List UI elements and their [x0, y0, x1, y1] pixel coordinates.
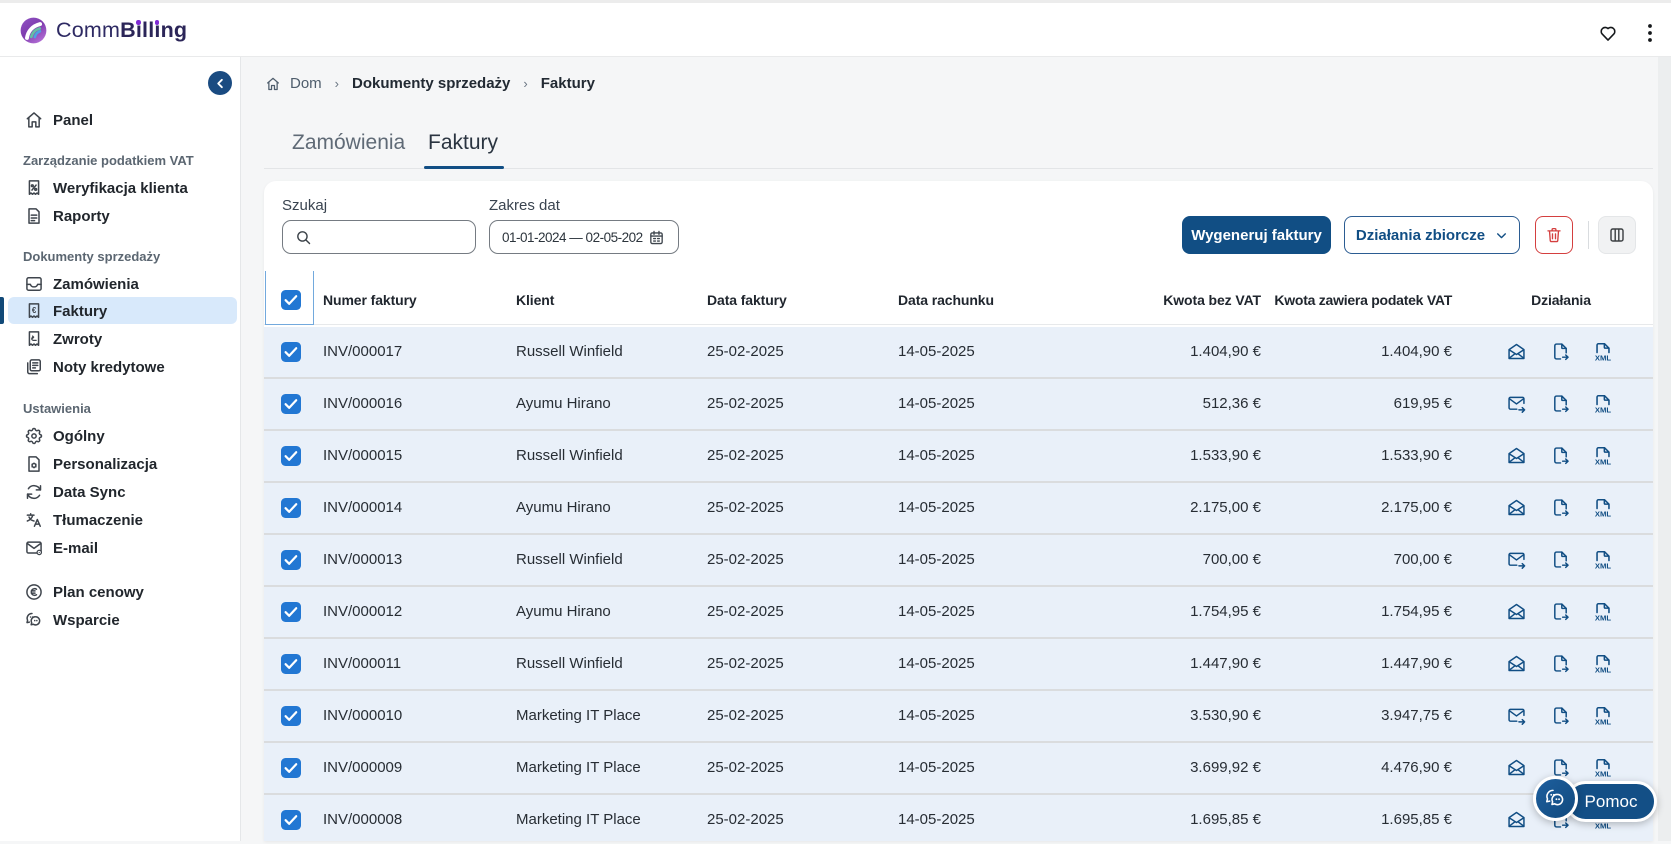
svg-text:€: €: [32, 306, 37, 315]
svg-text:XML: XML: [1595, 613, 1612, 622]
svg-text:XML: XML: [1595, 665, 1612, 674]
svg-text:XML: XML: [1595, 509, 1612, 518]
svg-text:XML: XML: [1595, 769, 1612, 778]
svg-text:XML: XML: [1595, 561, 1612, 570]
svg-text:XML: XML: [1595, 353, 1612, 362]
svg-text:XML: XML: [1595, 821, 1612, 830]
svg-text:XML: XML: [1595, 457, 1612, 466]
svg-text:XML: XML: [1595, 717, 1612, 726]
svg-text:XML: XML: [1595, 405, 1612, 414]
